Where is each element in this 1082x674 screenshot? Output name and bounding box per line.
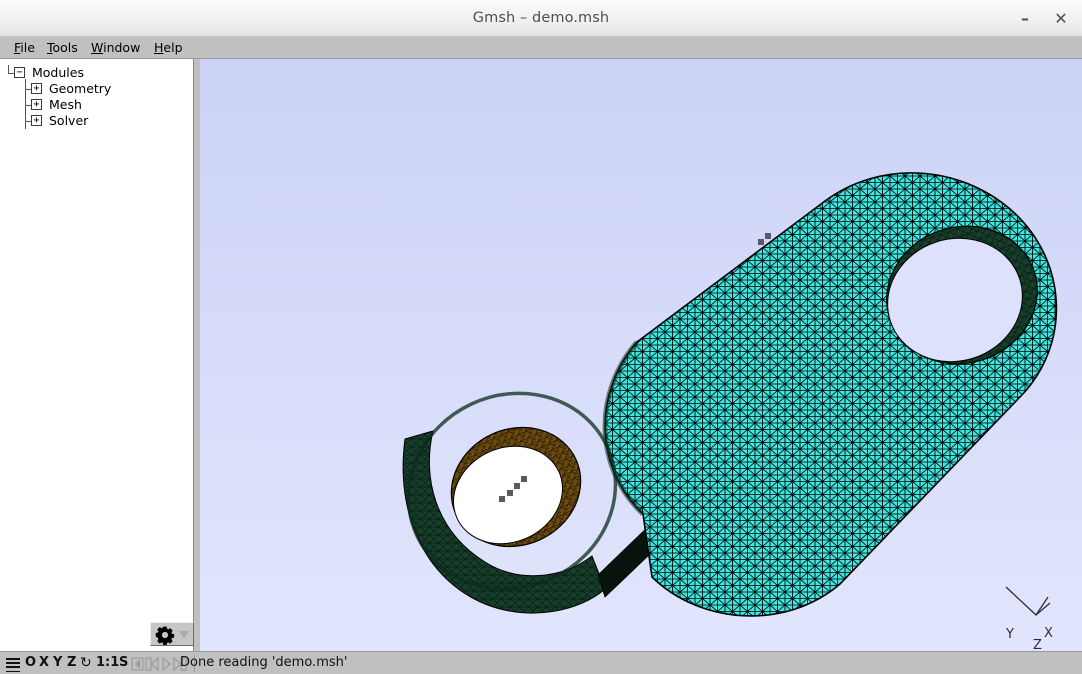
scale-ratio-button[interactable]: 1:1 — [96, 654, 119, 672]
menu-window-rest: indow — [103, 40, 141, 55]
point-marker — [758, 239, 764, 245]
snap-button[interactable]: S — [119, 654, 128, 672]
view-z-button[interactable]: Z — [67, 654, 76, 672]
graphics-viewport[interactable]: Y Z X — [200, 59, 1082, 651]
geometry-toggle-icon[interactable]: + — [31, 83, 42, 94]
gear-icon — [155, 626, 175, 645]
title-bar: Gmsh – demo.msh – ✕ — [0, 0, 1082, 37]
status-bar: O X Y Z ↻ 1:1 S Done reading 'demo.msh' — [0, 651, 1082, 674]
menu-tools-rest: ools — [52, 40, 78, 55]
close-button[interactable]: ✕ — [1050, 8, 1072, 30]
menu-window-mnemonic: W — [91, 40, 104, 55]
play-icon[interactable] — [161, 657, 172, 671]
tree-item-modules[interactable]: − Modules — [0, 65, 193, 81]
rotate-button[interactable]: ↻ — [80, 654, 92, 672]
point-marker — [514, 483, 520, 489]
point-marker — [765, 233, 771, 239]
module-tree-panel: − Modules + Geometry + Mesh + Solver — [0, 59, 194, 651]
menu-file[interactable]: File — [8, 39, 41, 57]
module-tree: − Modules + Geometry + Mesh + Solver — [0, 65, 193, 129]
tree-item-solver[interactable]: + Solver — [0, 113, 193, 129]
menu-bar: File Tools Window Help — [0, 37, 1082, 59]
view-x-button[interactable]: X — [39, 654, 49, 672]
mesh-render — [402, 172, 1058, 617]
tree-item-geometry[interactable]: + Geometry — [0, 81, 193, 97]
chevron-down-icon[interactable] — [179, 631, 189, 638]
modules-toggle-icon[interactable]: − — [14, 67, 25, 78]
menu-tools[interactable]: Tools — [41, 39, 84, 57]
gmsh-window: Gmsh – demo.msh – ✕ File Tools Window He… — [0, 0, 1082, 674]
point-marker — [521, 476, 527, 482]
solver-toggle-icon[interactable]: + — [31, 115, 42, 126]
tree-label-solver: Solver — [49, 113, 89, 128]
menu-help[interactable]: Help — [148, 39, 189, 57]
minimize-button[interactable]: – — [1014, 8, 1036, 30]
view-y-button[interactable]: Y — [53, 654, 62, 672]
menu-file-rest: ile — [20, 40, 35, 55]
step-back-icon[interactable] — [145, 657, 160, 671]
point-marker — [507, 490, 513, 496]
menu-window[interactable]: Window — [85, 39, 146, 57]
tree-label-geometry: Geometry — [49, 81, 112, 96]
mesh-toggle-icon[interactable]: + — [31, 99, 42, 110]
status-message: Done reading 'demo.msh' — [180, 655, 348, 670]
hamburger-icon[interactable] — [6, 658, 20, 673]
tree-item-mesh[interactable]: + Mesh — [0, 97, 193, 113]
axis-label-x: X — [1044, 626, 1053, 641]
tree-label-modules: Modules — [32, 65, 84, 80]
skip-start-icon[interactable] — [131, 657, 144, 671]
reset-view-button[interactable]: O — [25, 654, 36, 672]
tree-label-mesh: Mesh — [49, 97, 82, 112]
axis-label-y: Y — [1006, 627, 1014, 642]
menu-help-rest: elp — [163, 40, 183, 55]
menu-help-mnemonic: H — [154, 40, 164, 55]
options-gear-button[interactable] — [150, 622, 194, 646]
point-marker — [499, 496, 505, 502]
window-title: Gmsh – demo.msh — [472, 10, 610, 26]
axes-triad-icon — [1005, 586, 1051, 616]
axis-label-z: Z — [1033, 638, 1042, 651]
